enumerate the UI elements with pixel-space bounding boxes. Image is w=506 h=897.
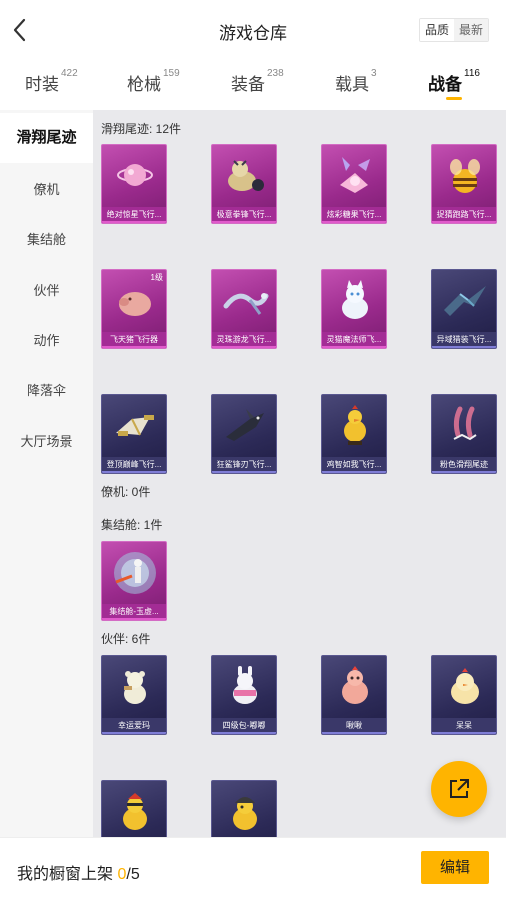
rarity-strip xyxy=(102,346,166,348)
rarity-strip xyxy=(322,221,386,223)
item-card[interactable]: 1级 飞天猪飞行器 xyxy=(101,269,167,349)
tab-label: 枪械 xyxy=(127,75,161,94)
section-title-rally-pod: 集结舱: 1件 xyxy=(101,518,163,532)
tab-vehicles[interactable]: 载具3 xyxy=(335,68,377,95)
tab-label: 装备 xyxy=(231,75,265,94)
cat-fist-glider-icon xyxy=(228,160,264,191)
bottom-bar: 我的橱窗上架 0/5 编辑 xyxy=(0,837,506,897)
item-card[interactable]: 捉猜跑路飞行... xyxy=(431,144,497,224)
tab-firearms[interactable]: 枪械159 xyxy=(127,68,180,95)
rarity-strip xyxy=(432,732,496,734)
item-card[interactable]: 狂鲨锋刃飞行... xyxy=(211,394,277,474)
candy-glider-icon xyxy=(340,157,370,193)
rally-pod-icon xyxy=(114,552,156,594)
edit-button[interactable]: 编辑 xyxy=(421,851,489,884)
sidebar-item-glide-trail[interactable]: 滑翔尾迹 xyxy=(0,113,93,163)
daidai-partner-icon xyxy=(451,668,479,704)
rarity-strip xyxy=(212,221,276,223)
showcase-shelf-status: 我的橱窗上架 0/5 xyxy=(17,860,140,884)
item-card[interactable]: 集结舱-玉虚... xyxy=(101,541,167,621)
shark-blade-glider-icon xyxy=(226,409,264,441)
pink-glide-trail-icon xyxy=(453,406,477,441)
rarity-strip xyxy=(432,221,496,223)
tab-label: 载具 xyxy=(335,75,369,94)
sidebar-item-emote[interactable]: 动作 xyxy=(0,330,93,349)
item-card[interactable]: 登顶巅峰飞行... xyxy=(101,394,167,474)
item-card[interactable]: 极意拳锋飞行... xyxy=(211,144,277,224)
item-card[interactable]: 粉色滑翔尾迹 xyxy=(431,394,497,474)
rarity-strip xyxy=(102,732,166,734)
tab-label: 战备 xyxy=(428,75,462,94)
tab-battle-prep[interactable]: 战备116 xyxy=(428,68,480,95)
tab-count: 116 xyxy=(464,68,480,79)
helmet-chicken-icon xyxy=(233,797,257,830)
magic-cat-icon xyxy=(342,280,368,319)
item-card[interactable]: 啾啾 xyxy=(321,655,387,735)
tab-count: 3 xyxy=(371,68,377,79)
tab-label: 时装 xyxy=(25,75,59,94)
chicken-glider-icon xyxy=(344,405,366,445)
tab-count: 238 xyxy=(267,68,284,79)
sidebar-item-parachute[interactable]: 降落伞 xyxy=(0,380,93,399)
rarity-strip xyxy=(432,471,496,473)
tab-count: 159 xyxy=(163,68,180,79)
section-title-glide-trail: 滑翔尾迹: 12件 xyxy=(101,122,182,136)
flying-pig-icon xyxy=(119,292,151,316)
item-card[interactable]: 炫彩糖果飞行... xyxy=(321,144,387,224)
lucky-emma-icon xyxy=(124,671,146,704)
section-title-partner: 伙伴: 6件 xyxy=(101,632,151,646)
rarity-strip xyxy=(322,346,386,348)
share-export-icon xyxy=(450,779,469,798)
item-card[interactable] xyxy=(101,780,167,837)
item-card[interactable]: 异域猎装飞行... xyxy=(431,269,497,349)
rarity-strip xyxy=(102,618,166,620)
item-card[interactable]: 绝对惊星飞行... xyxy=(101,144,167,224)
rarity-strip xyxy=(102,471,166,473)
section-title-wingman: 僚机: 0件 xyxy=(101,485,151,499)
category-tabs: 时装422 枪械159 装备238 载具3 战备116 xyxy=(0,62,506,110)
item-card[interactable]: 幸运爱玛 xyxy=(101,655,167,735)
sidebar-item-partner[interactable]: 伙伴 xyxy=(0,280,93,299)
sort-toggle: 品质 最新 xyxy=(418,18,489,42)
tab-count: 422 xyxy=(61,68,78,79)
shelf-total-count: 5 xyxy=(130,866,140,883)
rarity-strip xyxy=(102,221,166,223)
sidebar-item-lobby-scene[interactable]: 大厅场景 xyxy=(0,431,93,450)
rarity-strip xyxy=(322,732,386,734)
item-card[interactable] xyxy=(211,780,277,837)
tab-equipment[interactable]: 装备238 xyxy=(231,68,284,95)
item-card[interactable]: 四级包-嘟嘟 xyxy=(211,655,277,735)
bee-glider-icon xyxy=(450,159,480,193)
dudu-partner-icon xyxy=(233,666,257,704)
rarity-strip xyxy=(322,471,386,473)
jiujiu-partner-icon xyxy=(342,666,368,704)
rarity-strip xyxy=(212,346,276,348)
active-tab-indicator xyxy=(446,97,462,100)
rarity-strip xyxy=(212,732,276,734)
share-button[interactable] xyxy=(431,761,487,817)
item-card[interactable]: 灵珠游龙飞行... xyxy=(211,269,277,349)
header: 游戏仓库 品质 最新 xyxy=(0,0,506,60)
rarity-strip xyxy=(212,471,276,473)
item-card[interactable]: 呆呆 xyxy=(431,655,497,735)
planet-glider-icon xyxy=(117,164,153,186)
tab-fashion[interactable]: 时装422 xyxy=(25,68,78,95)
item-grid: 滑翔尾迹: 12件 绝对惊星飞行... 极意拳锋飞行... 炫彩糖果飞行... … xyxy=(93,110,506,837)
sidebar: 滑翔尾迹 僚机 集结舱 伙伴 动作 降落伞 大厅场景 xyxy=(0,110,93,837)
sidebar-item-rally-pod[interactable]: 集结舱 xyxy=(0,229,93,248)
shelf-label: 我的橱窗上架 xyxy=(17,866,114,883)
dragon-glider-icon xyxy=(223,293,269,315)
item-card[interactable]: 鸡智如我飞行... xyxy=(321,394,387,474)
exotic-hunter-glider-icon xyxy=(444,286,486,316)
item-card[interactable]: 灵猫魔法师飞... xyxy=(321,269,387,349)
pirate-chicken-icon xyxy=(123,793,147,830)
sidebar-item-wingman[interactable]: 僚机 xyxy=(0,179,93,198)
summit-glider-icon xyxy=(116,415,154,436)
sort-quality-button[interactable]: 品质 xyxy=(419,19,454,41)
item-level-badge: 1级 xyxy=(150,273,163,282)
sort-latest-button[interactable]: 最新 xyxy=(453,19,488,41)
rarity-strip xyxy=(432,346,496,348)
